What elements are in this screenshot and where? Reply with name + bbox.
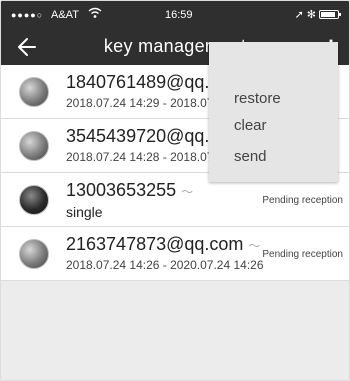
carrier-label: A&AT [51, 9, 79, 21]
menu-item-clear[interactable]: clear [234, 117, 267, 134]
status-badge: Pending reception [262, 195, 343, 206]
overflow-menu: restore clear send [209, 42, 338, 182]
wifi-icon [88, 7, 102, 22]
key-item[interactable]: 2163747873@qq.com 〜 2018.07.24 14:26 - 20… [1, 227, 349, 281]
avatar [19, 185, 49, 215]
phone-screen: ●●●●○ A&AT 16:59 ➚ ✻ key management ⋮ 18… [0, 0, 350, 381]
status-badge: Pending reception [262, 249, 343, 260]
avatar [19, 239, 49, 269]
location-icon: ➚ [294, 9, 304, 21]
nfc-icon: 〜 [248, 239, 261, 253]
key-name: 13003653255 〜 [66, 180, 194, 200]
avatar [19, 77, 49, 107]
key-validity: 2018.07.24 14:26 - 2020.07.24 14:26 [66, 258, 264, 272]
status-icons: ➚ ✻ [294, 8, 341, 21]
battery-icon [319, 10, 341, 19]
nfc-icon: 〜 [181, 185, 194, 199]
clock: 16:59 [165, 9, 193, 21]
signal-icon: ●●●●○ [11, 10, 44, 20]
bluetooth-icon: ✻ [306, 9, 316, 21]
status-bar: ●●●●○ A&AT 16:59 ➚ ✻ [1, 1, 349, 29]
menu-item-send[interactable]: send [234, 148, 267, 165]
key-name: 2163747873@qq.com 〜 [66, 234, 261, 254]
avatar [19, 131, 49, 161]
menu-item-restore[interactable]: restore [234, 90, 281, 107]
key-validity: single [66, 204, 103, 220]
